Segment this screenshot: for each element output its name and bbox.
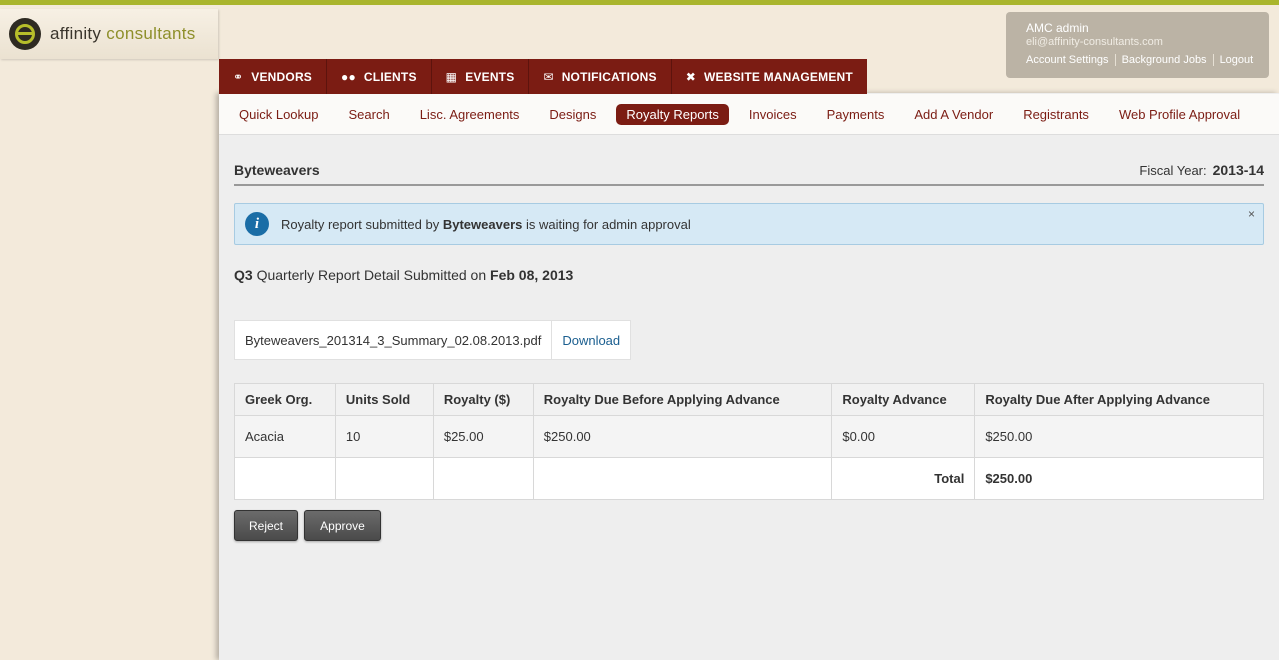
table-row: Acacia 10 $25.00 $250.00 $0.00 $250.00: [234, 415, 1264, 458]
nav-label: WEBSITE MANAGEMENT: [704, 69, 853, 84]
column-header: Royalty ($): [432, 383, 534, 416]
total-value: $250.00: [974, 457, 1264, 500]
page-heading: Byteweavers Fiscal Year: 2013-14: [234, 156, 1264, 186]
approval-alert: i Royalty report submitted by Byteweaver…: [234, 203, 1264, 245]
brand-word-1: affinity: [50, 24, 102, 43]
table-header-row: Greek Org. Units Sold Royalty ($) Royalt…: [234, 383, 1264, 416]
tab-lisc-agreements[interactable]: Lisc. Agreements: [410, 104, 530, 125]
top-accent-stripe: [0, 0, 1279, 5]
user-email: eli@affinity-consultants.com: [1026, 36, 1163, 48]
users-icon: ●●: [341, 69, 356, 84]
column-header: Royalty Due After Applying Advance: [974, 383, 1264, 416]
nav-events[interactable]: ▦ EVENTS: [432, 59, 530, 94]
nav-website-management[interactable]: ✖ WEBSITE MANAGEMENT: [672, 59, 867, 94]
tab-payments[interactable]: Payments: [817, 104, 895, 125]
alert-message: Royalty report submitted by Byteweavers …: [281, 217, 691, 232]
link-icon: ⚭: [233, 69, 244, 84]
attachment: Byteweavers_201314_3_Summary_02.08.2013.…: [234, 320, 632, 360]
report-title-text: Quarterly Report Detail Submitted on: [256, 267, 487, 283]
download-link[interactable]: Download: [552, 321, 630, 359]
envelope-icon: ✉: [543, 69, 554, 84]
user-panel: AMC admin eli@affinity-consultants.com A…: [1006, 12, 1269, 78]
report-title: Q3 Quarterly Report Detail Submitted on …: [234, 267, 573, 283]
info-icon: i: [245, 212, 269, 236]
tools-icon: ✖: [685, 69, 696, 84]
tab-invoices[interactable]: Invoices: [739, 104, 807, 125]
reject-button[interactable]: Reject: [234, 510, 298, 541]
table-cell: Acacia: [234, 415, 336, 458]
fiscal-year: Fiscal Year: 2013-14: [1139, 162, 1264, 178]
tab-registrants[interactable]: Registrants: [1013, 104, 1099, 125]
table-cell: $250.00: [532, 415, 833, 458]
logout-link[interactable]: Logout: [1220, 54, 1260, 66]
tab-search[interactable]: Search: [339, 104, 400, 125]
alert-suffix: is waiting for admin approval: [525, 216, 691, 232]
table-cell: $25.00: [432, 415, 534, 458]
brand-word-2: consultants: [106, 24, 196, 43]
background-jobs-link[interactable]: Background Jobs: [1122, 54, 1214, 66]
tab-web-profile-approval[interactable]: Web Profile Approval: [1109, 104, 1250, 125]
table-cell: $250.00: [974, 415, 1264, 458]
nav-label: CLIENTS: [363, 69, 417, 84]
sub-nav: Quick Lookup Search Lisc. Agreements Des…: [219, 94, 1279, 135]
brand-name: affinity consultants: [50, 24, 196, 44]
fiscal-year-value: 2013-14: [1212, 162, 1264, 178]
table-cell: [334, 457, 434, 500]
user-links: Account Settings Background Jobs Logout: [1026, 54, 1269, 66]
account-settings-link[interactable]: Account Settings: [1026, 54, 1116, 66]
calendar-icon: ▦: [445, 69, 458, 84]
nav-clients[interactable]: ●● CLIENTS: [327, 59, 432, 94]
column-header: Royalty Advance: [831, 383, 976, 416]
table-cell: [234, 457, 336, 500]
column-header: Units Sold: [334, 383, 434, 416]
nav-notifications[interactable]: ✉ NOTIFICATIONS: [529, 59, 672, 94]
column-header: Greek Org.: [234, 383, 336, 416]
brand-logo[interactable]: affinity consultants: [0, 9, 218, 59]
report-quarter: Q3: [234, 267, 253, 283]
page-title: Byteweavers: [234, 162, 320, 178]
logo-mark-icon: [9, 18, 41, 50]
tab-designs[interactable]: Designs: [539, 104, 606, 125]
table-cell: 10: [334, 415, 434, 458]
table-cell: [532, 457, 833, 500]
top-nav: ⚭ VENDORS ●● CLIENTS ▦ EVENTS ✉ NOTIFICA…: [219, 59, 867, 94]
approve-button[interactable]: Approve: [304, 510, 381, 541]
column-header: Royalty Due Before Applying Advance: [532, 383, 833, 416]
fiscal-year-label: Fiscal Year:: [1139, 163, 1207, 178]
nav-label: EVENTS: [465, 69, 515, 84]
tab-quick-lookup[interactable]: Quick Lookup: [229, 104, 329, 125]
nav-label: NOTIFICATIONS: [561, 69, 657, 84]
alert-vendor: Byteweavers: [442, 216, 523, 232]
total-label: Total: [831, 457, 976, 500]
user-name: AMC admin: [1026, 21, 1089, 35]
nav-vendors[interactable]: ⚭ VENDORS: [219, 59, 328, 94]
close-icon[interactable]: ×: [1248, 207, 1255, 221]
table-cell: $0.00: [831, 415, 976, 458]
alert-prefix: Royalty report submitted by: [281, 216, 440, 232]
tab-royalty-reports[interactable]: Royalty Reports: [616, 103, 729, 125]
total-row: Total $250.00: [234, 457, 1264, 500]
nav-label: VENDORS: [251, 69, 313, 84]
file-name: Byteweavers_201314_3_Summary_02.08.2013.…: [235, 321, 553, 359]
royalty-table: Greek Org. Units Sold Royalty ($) Royalt…: [234, 383, 1264, 500]
table-cell: [432, 457, 534, 500]
report-date: Feb 08, 2013: [490, 267, 574, 283]
tab-add-a-vendor[interactable]: Add A Vendor: [904, 104, 1003, 125]
